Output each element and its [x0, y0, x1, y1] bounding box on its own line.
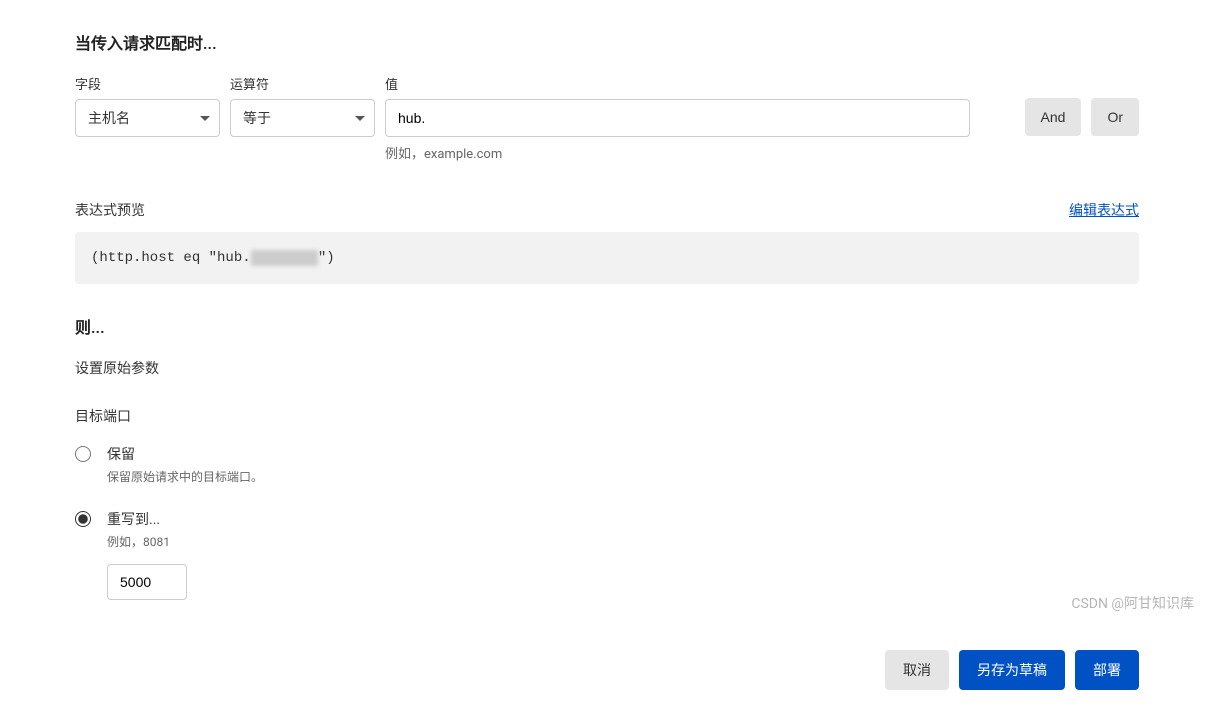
rewrite-hint: 例如，8081 — [107, 533, 187, 550]
keep-label[interactable]: 保留 — [107, 444, 263, 464]
save-draft-button[interactable]: 另存为草稿 — [959, 650, 1065, 690]
then-title: 则... — [75, 314, 1139, 338]
expression-suffix: ") — [318, 250, 335, 266]
keep-radio[interactable] — [75, 446, 91, 462]
field-label: 字段 — [75, 74, 220, 93]
or-button[interactable]: Or — [1091, 98, 1139, 136]
value-label: 值 — [385, 74, 1015, 93]
match-section-title: 当传入请求匹配时... — [75, 30, 1139, 54]
edit-expression-link[interactable]: 编辑表达式 — [1069, 200, 1139, 220]
expression-text: (http.host eq "hub. — [91, 250, 251, 266]
field-group: 字段 主机名 — [75, 74, 220, 137]
expression-hidden: xxxx xxx — [251, 250, 318, 266]
expression-preview: (http.host eq "hub.xxxx xxx") — [75, 232, 1139, 284]
target-port-title: 目标端口 — [75, 406, 1139, 426]
preview-section: 表达式预览 编辑表达式 (http.host eq "hub.xxxx xxx"… — [75, 200, 1139, 284]
deploy-button[interactable]: 部署 — [1075, 650, 1139, 690]
keep-option: 保留 保留原始请求中的目标端口。 — [75, 444, 1139, 485]
port-input[interactable] — [107, 564, 187, 600]
port-radio-group: 保留 保留原始请求中的目标端口。 重写到... 例如，8081 — [75, 444, 1139, 600]
cancel-button[interactable]: 取消 — [885, 650, 949, 690]
rewrite-label[interactable]: 重写到... — [107, 509, 187, 529]
operator-group: 运算符 等于 — [230, 74, 375, 137]
operator-label: 运算符 — [230, 74, 375, 93]
keep-hint: 保留原始请求中的目标端口。 — [107, 468, 263, 485]
filter-row: 字段 主机名 运算符 等于 值 例如，example.com And Or — [75, 74, 1139, 162]
footer-actions: 取消 另存为草稿 部署 — [75, 650, 1139, 690]
then-section: 则... 设置原始参数 目标端口 保留 保留原始请求中的目标端口。 重写到...… — [75, 314, 1139, 600]
field-select[interactable]: 主机名 — [75, 99, 220, 137]
and-button[interactable]: And — [1025, 98, 1082, 136]
rewrite-option: 重写到... 例如，8081 — [75, 509, 1139, 600]
then-subtitle: 设置原始参数 — [75, 358, 1139, 378]
operator-select[interactable]: 等于 — [230, 99, 375, 137]
value-group: 值 例如，example.com — [385, 74, 1015, 162]
preview-title: 表达式预览 — [75, 200, 145, 220]
value-hint: 例如，example.com — [385, 143, 1015, 162]
value-input[interactable] — [385, 99, 970, 137]
rewrite-radio[interactable] — [75, 511, 91, 527]
